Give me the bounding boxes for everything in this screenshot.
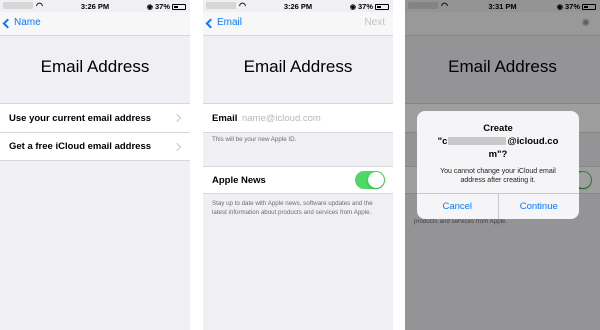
email-input[interactable]: name@icloud.com [242, 113, 321, 124]
apple-news-footnote: Stay up to date with Apple news, softwar… [212, 200, 373, 216]
nav-bar: Name [0, 12, 190, 36]
screen-email-choice: ◠ 3:26 PM ◉ 37% Name Email Address Use y… [0, 0, 190, 330]
back-button[interactable]: Name [2, 17, 41, 28]
email-options-list: Use your current email address Get a fre… [0, 103, 190, 161]
next-button[interactable]: Next [364, 17, 385, 28]
back-label: Name [14, 17, 41, 28]
alert-buttons: Cancel Continue [417, 193, 579, 219]
screen-icloud-email-entry: ◠ 3:26 PM ◉ 37% Email Next Email Address… [203, 0, 393, 330]
create-email-alert: Create "c @icloud.co m"? You cannot chang… [417, 111, 579, 219]
chevron-right-icon [172, 113, 182, 123]
apple-news-toggle[interactable] [355, 171, 385, 189]
email-row[interactable]: Email name@icloud.com [203, 104, 393, 132]
chevron-left-icon [205, 18, 216, 28]
apple-news-group: Apple News [203, 166, 393, 194]
option-get-icloud-email[interactable]: Get a free iCloud email address [0, 132, 190, 160]
page-title: Email Address [40, 57, 150, 76]
alert-title-prefix: "c [437, 136, 448, 147]
battery-icon [172, 3, 186, 10]
orientation-lock-icon: ◉ [349, 3, 356, 11]
email-footnote: This will be your new Apple ID. [212, 136, 297, 143]
toggle-knob [368, 172, 384, 188]
back-label: Email [217, 17, 243, 28]
battery-percent: 37% [154, 2, 170, 11]
status-bar: ◠ 3:26 PM ◉ 37% [203, 0, 393, 12]
option-label: Get a free iCloud email address [9, 141, 152, 152]
email-redacted [448, 137, 507, 146]
alert-title-line3: m"? [488, 149, 508, 160]
apple-news-row: Apple News [203, 167, 393, 193]
apple-news-label: Apple News [212, 174, 266, 186]
cancel-button[interactable]: Cancel [417, 194, 498, 219]
alert-title-line1: Create [483, 123, 513, 134]
option-use-current-email[interactable]: Use your current email address [0, 104, 190, 132]
screen-create-confirm: ◠ 3:31 PM ◉ 37% ✺ Email Address products… [405, 0, 600, 330]
battery-icon [375, 3, 389, 10]
chevron-right-icon [172, 142, 182, 152]
back-button[interactable]: Email [205, 17, 243, 28]
nav-bar: Email Next [203, 12, 393, 36]
alert-title-suffix: @icloud.co [507, 136, 559, 147]
alert-message: You cannot change your iCloud email addr… [440, 168, 556, 184]
alert-title: Create "c @icloud.co m"? [417, 122, 579, 161]
option-label: Use your current email address [9, 112, 152, 124]
battery-percent: 37% [357, 2, 373, 11]
chevron-left-icon [2, 18, 13, 28]
orientation-lock-icon: ◉ [146, 3, 153, 11]
status-bar: ◠ 3:26 PM ◉ 37% [0, 0, 190, 12]
page-title: Email Address [243, 57, 353, 76]
email-field-group: Email name@icloud.com [203, 103, 393, 133]
continue-button[interactable]: Continue [497, 194, 580, 219]
email-label: Email [212, 112, 238, 124]
